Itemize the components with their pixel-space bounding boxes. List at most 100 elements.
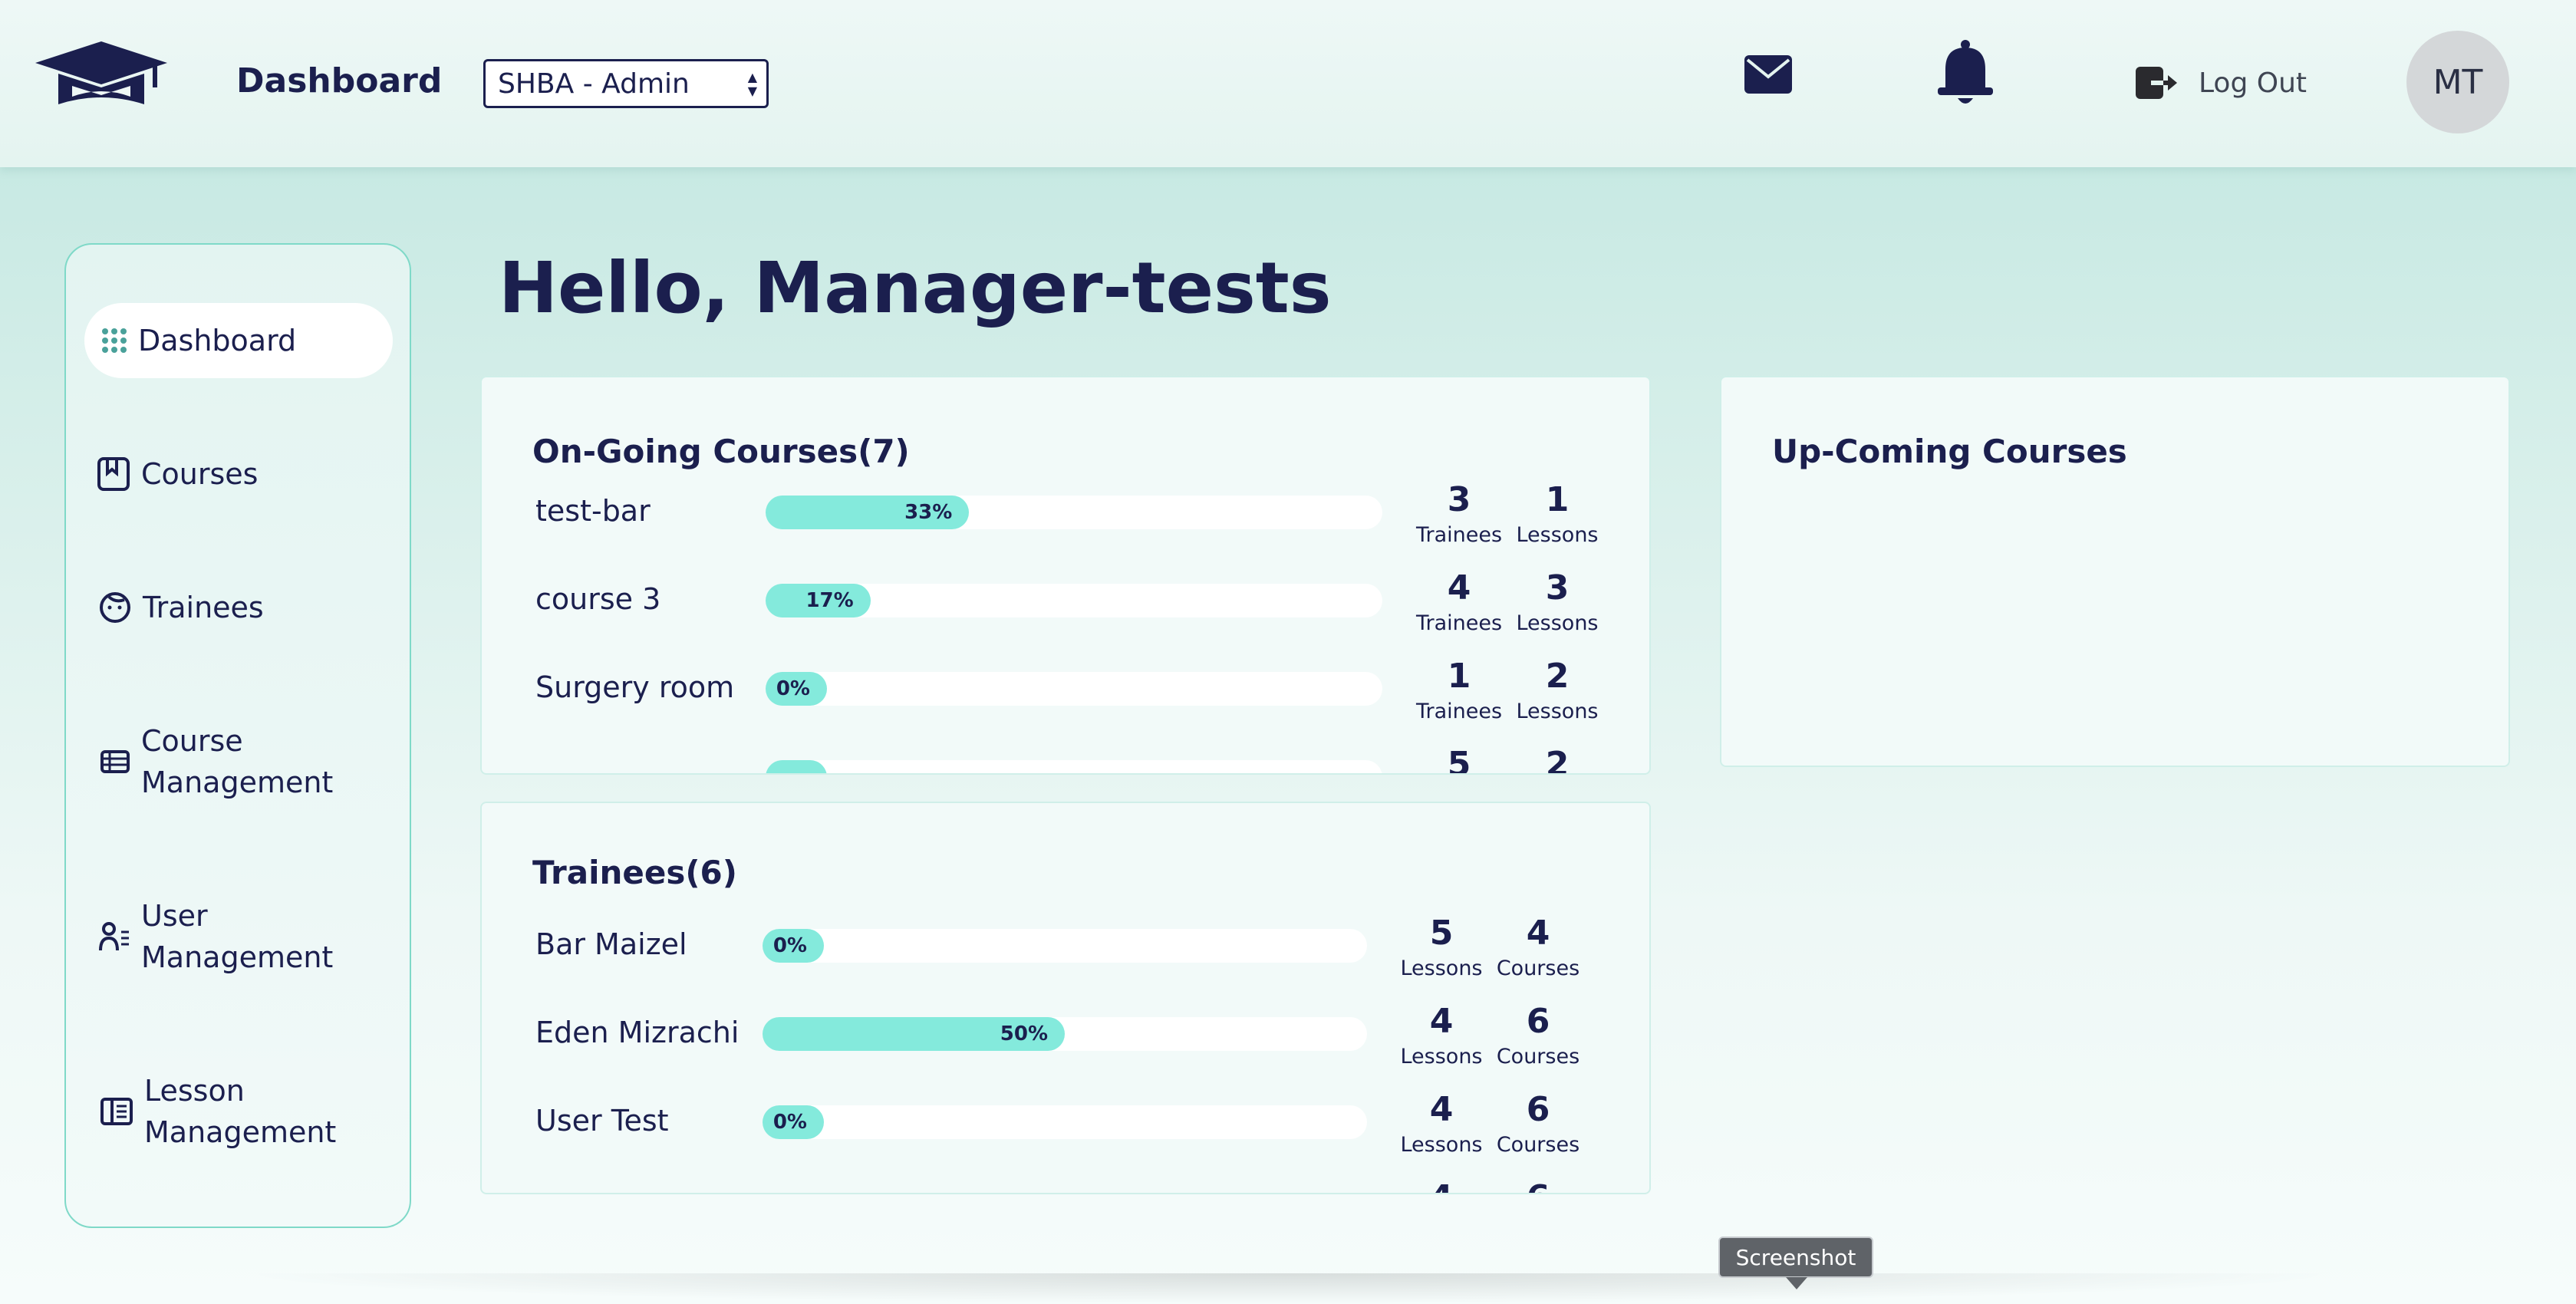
progress-track: 0%: [763, 929, 1367, 963]
sidebar-item-label: Course Management: [141, 724, 334, 799]
select-arrows-icon: ▲ ▼: [747, 70, 757, 98]
sidebar-item-courses[interactable]: Courses: [97, 453, 258, 495]
progress-track: 17%: [766, 584, 1382, 617]
graduation-cap-logo-icon[interactable]: [32, 37, 170, 117]
progress-fill: 0%: [763, 929, 824, 963]
sidebar-item-lesson-management[interactable]: Lesson Management: [100, 1070, 353, 1153]
stat-lessons: 4Lessons: [1392, 1177, 1491, 1193]
stat-caption: Trainees: [1415, 523, 1503, 547]
stat-trainees: 4 Trainees: [1409, 567, 1509, 637]
course-row[interactable]: test-bar 33% 3 Trainees 1 Lessons: [482, 480, 1649, 569]
trainee-row[interactable]: Bar Maizel 0% 5 Lessons 4 Courses: [482, 914, 1649, 1003]
tooltip-arrow: [1786, 1277, 1807, 1289]
stat-value: 4: [1447, 568, 1471, 608]
stat-value: 5: [1429, 914, 1454, 953]
progress-fill: 33%: [766, 496, 970, 529]
stat-value: 6: [1526, 1002, 1550, 1041]
bottom-shadow: [230, 1273, 2347, 1304]
stat-courses: 4 Courses: [1488, 912, 1588, 983]
logout-label: Log Out: [2199, 67, 2308, 99]
stat-value: 5: [1447, 745, 1471, 775]
stat-lessons: 3 Lessons: [1507, 567, 1607, 637]
stat-trainees: 5Trainees: [1409, 743, 1509, 775]
stat-caption: Lessons: [1400, 1133, 1483, 1157]
sidebar-item-trainees[interactable]: Trainees: [98, 587, 264, 628]
stat-value: 4: [1429, 1090, 1454, 1129]
sidebar-item-dashboard[interactable]: Dashboard: [84, 303, 393, 378]
stat-courses: 6Courses: [1488, 1088, 1588, 1159]
role-select-value: SHBA - Admin: [498, 68, 690, 100]
sidebar-item-label: Courses: [141, 457, 259, 491]
sidebar-item-label: Trainees: [143, 591, 264, 624]
progress-fill: 17%: [766, 584, 871, 617]
avatar[interactable]: MT: [2406, 31, 2509, 133]
trainees-card: Trainees(6) Bar Maizel 0% 5 Lessons 4 Courses…: [480, 802, 1651, 1194]
stat-lessons: 4 Lessons: [1392, 1088, 1491, 1159]
app-title: Dashboard: [236, 61, 443, 100]
bell-icon[interactable]: [1935, 38, 1996, 109]
stat-lessons: 2 Lessons: [1507, 655, 1607, 726]
bookmark-book-icon: [97, 457, 130, 491]
stat-value: 6: [1488, 1177, 1588, 1193]
trainees-title: Trainees(6): [532, 854, 737, 891]
stat-lessons: 5 Lessons: [1392, 912, 1491, 983]
stat-value: 4: [1392, 1177, 1491, 1193]
stat-caption: Lessons: [1516, 700, 1599, 723]
logout-button[interactable]: Log Out: [2134, 63, 2307, 103]
sidebar-item-label: Lesson Management: [144, 1074, 337, 1149]
course-row[interactable]: course 3 17% 4 Trainees 3 Lessons: [482, 568, 1649, 657]
course-name: course 3: [535, 582, 661, 616]
stat-lessons: 1 Lessons: [1507, 479, 1607, 549]
upcoming-courses-title: Up-Coming Courses: [1772, 433, 2127, 470]
page-greeting: Hello, Manager-tests: [499, 247, 1332, 329]
upcoming-courses-card: Up-Coming Courses: [1720, 376, 2510, 767]
stat-caption: Courses: [1496, 1133, 1580, 1157]
course-row[interactable]: 5Trainees2Lessons: [482, 745, 1649, 773]
stat-caption: Lessons: [1516, 523, 1599, 547]
stat-caption: Trainees: [1415, 611, 1503, 635]
stat-value: 3: [1545, 568, 1570, 608]
stat-caption: Lessons: [1400, 1045, 1483, 1069]
stat-trainees: 3 Trainees: [1409, 479, 1509, 549]
top-header: Dashboard SHBA - Admin ▲ ▼ Log Out MT: [0, 0, 2576, 167]
progress-track: [766, 760, 1382, 773]
user-list-icon: [99, 922, 129, 951]
stat-value: 2: [1545, 745, 1570, 775]
role-select[interactable]: SHBA - Admin ▲ ▼: [483, 59, 769, 108]
stat-caption: Trainees: [1415, 700, 1503, 723]
ongoing-courses-title: On-Going Courses(7): [532, 433, 910, 470]
trainee-row[interactable]: Eden Mizrachi 50% 4 Lessons 6 Courses: [482, 1002, 1649, 1091]
sidebar-item-course-management[interactable]: Course Management: [100, 720, 353, 803]
stat-lessons: 4Lessons: [1392, 1000, 1491, 1071]
stat-value: 2: [1545, 657, 1570, 696]
trainee-row[interactable]: User Test 0% 4 Lessons 6 Courses: [482, 1090, 1649, 1179]
stat-caption: Courses: [1496, 1045, 1580, 1069]
stat-value: 3: [1447, 480, 1471, 519]
stat-value: 1: [1545, 480, 1570, 519]
progress-track: 0%: [766, 672, 1382, 706]
stat-caption: Lessons: [1516, 611, 1599, 635]
sidebar-item-user-management[interactable]: User Management: [98, 895, 351, 978]
mail-icon[interactable]: [1743, 54, 1794, 95]
list-card-icon: [100, 750, 130, 773]
trainee-row[interactable]: 4Lessons6Courses: [482, 1178, 1649, 1193]
stat-courses: 6 Courses: [1488, 1000, 1588, 1071]
progress-track: 33%: [766, 496, 1382, 529]
trainee-name: Bar Maizel: [535, 927, 687, 961]
progress-track: 50%: [763, 1017, 1367, 1051]
stat-caption: Lessons: [1400, 957, 1483, 980]
course-row[interactable]: Surgery room 0% 1 Trainees 2 Lessons: [482, 657, 1649, 746]
stat-value: 1: [1447, 657, 1471, 696]
ongoing-courses-card: On-Going Courses(7) test-bar 33% 3 Trainees…: [480, 376, 1651, 775]
stat-trainees: 1 Trainees: [1409, 655, 1509, 726]
sidebar-item-label: Dashboard: [138, 324, 297, 357]
sidebar-item-label: User Management: [141, 899, 334, 974]
course-name: test-bar: [535, 494, 651, 528]
trainee-name: User Test: [535, 1104, 669, 1138]
stat-caption: Courses: [1496, 957, 1580, 980]
course-name: Surgery room: [535, 670, 735, 704]
grid-dots-icon: [102, 328, 127, 353]
stat-courses: 6Courses: [1488, 1177, 1588, 1193]
face-icon: [100, 592, 130, 623]
progress-fill: 0%: [763, 1105, 824, 1139]
